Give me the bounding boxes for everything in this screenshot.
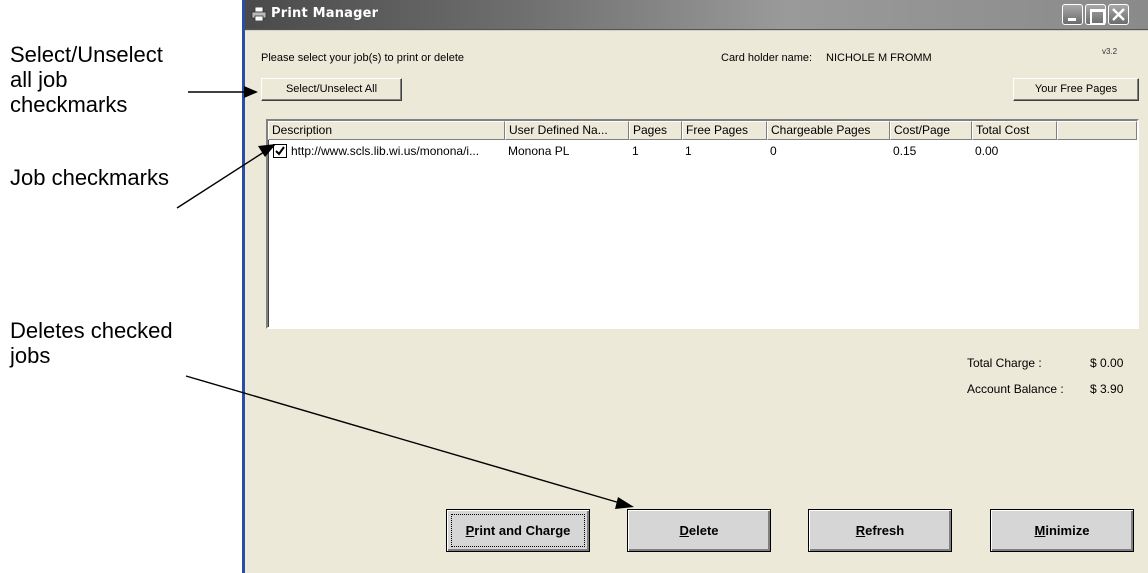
job-pages: 1 (632, 144, 639, 158)
minimize-icon[interactable] (1062, 4, 1083, 25)
table-row[interactable]: http://www.scls.lib.wi.us/monona/i... Mo… (268, 142, 1137, 160)
printer-icon (251, 6, 267, 22)
card-holder-name: NICHOLE M FROMM (826, 52, 932, 64)
job-list[interactable]: Description User Defined Na... Pages Fre… (266, 119, 1139, 329)
column-header-chargeable-pages[interactable]: Chargeable Pages (767, 121, 890, 140)
checkmark-icon (275, 146, 285, 156)
print-manager-window: Print Manager Please select your job(s) … (242, 0, 1148, 573)
refresh-button-label: efresh (865, 523, 905, 538)
delete-annotation-line-1: Deletes checked (10, 318, 173, 343)
delete-button-mnemonic: D (679, 523, 689, 538)
window-title: Print Manager (271, 6, 379, 21)
select-all-annotation: Select/Unselect all job checkmarks (10, 42, 163, 117)
column-header-cost-per-page[interactable]: Cost/Page (890, 121, 972, 140)
column-header-description[interactable]: Description (268, 121, 505, 140)
select-all-annotation-line-2: all job (10, 67, 68, 92)
select-all-annotation-line-1: Select/Unselect (10, 42, 163, 67)
column-header-filler (1057, 121, 1137, 140)
print-and-charge-button[interactable]: Print and Charge (446, 509, 590, 552)
column-header-user-defined-name[interactable]: User Defined Na... (505, 121, 629, 140)
total-charge-value: $ 0.00 (1090, 356, 1124, 370)
maximize-icon[interactable] (1085, 4, 1106, 25)
job-chargeable-pages: 0 (770, 144, 777, 158)
delete-annotation-line-2: jobs (10, 343, 51, 368)
print-button-label: rint and Charge (474, 523, 571, 538)
delete-button-label: elete (688, 523, 719, 538)
minimize-button[interactable]: Minimize (990, 509, 1134, 552)
job-cost-per-page: 0.15 (893, 144, 917, 158)
card-holder-label: Card holder name: (721, 52, 813, 64)
your-free-pages-button[interactable]: Your Free Pages (1013, 78, 1139, 101)
delete-annotation: Deletes checked jobs (10, 318, 173, 368)
title-bar[interactable]: Print Manager (245, 0, 1148, 30)
minimize-button-label: inimize (1045, 523, 1090, 538)
account-balance-value: $ 3.90 (1090, 382, 1124, 396)
job-free-pages: 1 (685, 144, 692, 158)
version-label: v3.2 (1102, 47, 1118, 56)
minimize-button-mnemonic: M (1034, 523, 1046, 538)
job-checkmarks-annotation: Job checkmarks (10, 165, 169, 190)
job-total-cost: 0.00 (975, 144, 999, 158)
select-all-annotation-line-3: checkmarks (10, 92, 128, 117)
refresh-button[interactable]: Refresh (808, 509, 952, 552)
select-unselect-all-button[interactable]: Select/Unselect All (261, 78, 402, 101)
column-header-free-pages[interactable]: Free Pages (682, 121, 767, 140)
job-list-header: Description User Defined Na... Pages Fre… (268, 121, 1137, 140)
job-prompt-text: Please select your job(s) to print or de… (261, 52, 464, 64)
job-description: http://www.scls.lib.wi.us/monona/i... (291, 144, 480, 158)
total-charge-label: Total Charge : (967, 356, 1042, 370)
job-checkbox[interactable] (273, 144, 287, 158)
column-header-total-cost[interactable]: Total Cost (972, 121, 1057, 140)
account-balance-label: Account Balance : (967, 382, 1064, 396)
print-button-mnemonic: P (465, 523, 475, 538)
delete-button[interactable]: Delete (627, 509, 771, 552)
refresh-button-mnemonic: R (855, 523, 866, 538)
column-header-pages[interactable]: Pages (629, 121, 682, 140)
job-checkmarks-annotation-text: Job checkmarks (10, 165, 169, 190)
close-icon[interactable] (1108, 4, 1129, 25)
window-client-area: Please select your job(s) to print or de… (245, 31, 1148, 573)
job-user-defined-name: Monona PL (508, 144, 570, 158)
